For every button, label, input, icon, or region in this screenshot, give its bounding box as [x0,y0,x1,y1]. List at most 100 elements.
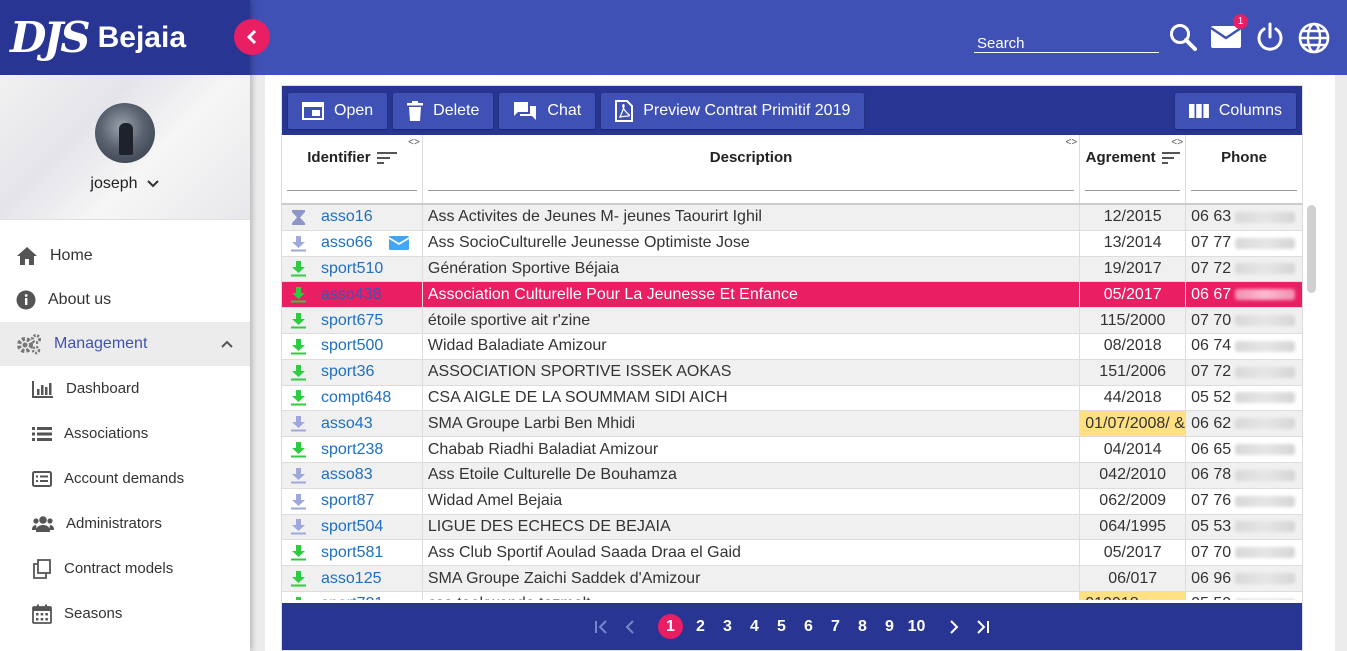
delete-button[interactable]: Delete [393,92,494,129]
identifier-link[interactable]: sport87 [321,492,374,510]
sidebar-item-administrators[interactable]: Administrators [0,501,250,546]
download-icon[interactable] [290,596,307,600]
column-header-agrement[interactable]: <> Agrement [1080,135,1187,203]
table-row[interactable]: asso66 Ass SocioCulturelle Jeunesse Optim… [282,230,1302,257]
preview-contract-button[interactable]: Preview Contrat Primitif 2019 [601,92,865,129]
identifier-link[interactable]: asso43 [321,415,373,433]
table-row[interactable]: asso438 Association Culturelle Pour La Je… [282,282,1302,309]
table-row[interactable]: asso43 SMA Groupe Larbi Ben Mhidi 01/07/20… [282,411,1302,438]
cell-identifier[interactable]: asso125 [282,566,423,591]
sidebar-item-account-demands[interactable]: Account demands [0,456,250,501]
cell-identifier[interactable]: asso16 [282,205,423,230]
download-icon[interactable] [290,544,307,561]
table-row[interactable]: sport238 Chabab Riadhi Baladiat Amizour 04… [282,437,1302,463]
download-icon[interactable] [290,493,307,510]
identifier-link[interactable]: compt648 [321,389,391,407]
table-row[interactable]: sport581 Ass Club Sportif Aoulad Saada Dr… [282,540,1302,567]
user-menu[interactable]: joseph [90,175,159,193]
search-input[interactable]: Search [974,33,1159,53]
page-button[interactable]: 7 [822,618,849,636]
download-icon[interactable] [290,338,307,355]
hourglass-icon[interactable] [290,209,307,226]
column-resize-handle[interactable]: <> [408,137,420,148]
identifier-filter-input[interactable] [287,190,417,191]
identifier-link[interactable]: asso125 [321,570,382,588]
first-page-button[interactable] [588,619,616,634]
collapse-sidebar-button[interactable] [234,19,270,55]
sidebar-item-dashboard[interactable]: Dashboard [0,366,250,411]
identifier-link[interactable]: asso66 [321,234,373,252]
identifier-link[interactable]: sport504 [321,518,383,536]
page-button[interactable]: 3 [714,618,741,636]
cell-identifier[interactable]: sport238 [282,437,423,462]
download-icon[interactable] [290,570,307,587]
open-button[interactable]: Open [288,92,388,129]
last-page-button[interactable] [968,619,996,634]
sort-icon[interactable] [376,151,397,165]
download-icon[interactable] [290,389,307,406]
nav-item-about[interactable]: About us [0,278,250,322]
nav-item-home[interactable]: Home [0,234,250,278]
prev-page-button[interactable] [616,619,644,634]
page-button[interactable]: 9 [876,618,903,636]
search-icon[interactable] [1168,22,1198,52]
page-button[interactable]: 6 [795,618,822,636]
phone-filter-input[interactable] [1191,190,1297,191]
table-row[interactable]: compt648 CSA AIGLE DE LA SOUMMAM SIDI AIC… [282,385,1302,412]
download-icon[interactable] [290,518,307,535]
identifier-link[interactable]: asso83 [321,466,373,484]
sidebar-item-contract-models[interactable]: Contract models [0,546,250,591]
page-button[interactable]: 5 [768,618,795,636]
cell-identifier[interactable]: sport500 [282,333,423,359]
table-row[interactable]: sport675 étoile sportive ait r'zine 115/20… [282,308,1302,334]
cell-identifier[interactable]: sport87 [282,488,423,514]
cell-identifier[interactable]: compt648 [282,385,423,411]
column-header-identifier[interactable]: <> Identifier [282,135,423,203]
download-icon[interactable] [290,467,307,484]
identifier-link[interactable]: sport500 [321,337,383,355]
cell-identifier[interactable]: asso43 [282,411,423,437]
sidebar-item-associations[interactable]: Associations [0,411,250,456]
cell-identifier[interactable]: sport721 [282,591,423,600]
avatar[interactable] [95,103,155,163]
table-row[interactable]: sport721 csa taekwondo tazmalt012018 05 50 [282,591,1302,600]
page-button[interactable]: 8 [849,618,876,636]
table-row[interactable]: asso83 Ass Etoile Culturelle De Bouhamza 0… [282,462,1302,489]
download-icon[interactable] [290,364,307,381]
table-row[interactable]: sport36 ASSOCIATION SPORTIVE ISSEK AOKAS 1… [282,359,1302,386]
column-resize-handle[interactable]: <> [1066,137,1078,148]
identifier-link[interactable]: sport721 [321,595,383,600]
globe-icon[interactable] [1298,22,1330,54]
sidebar-item-seasons[interactable]: Seasons [0,591,250,636]
column-resize-handle[interactable]: <> [1171,137,1183,148]
table-row[interactable]: sport504 LIGUE DES ECHECS DE BEJAIA 064/19… [282,514,1302,541]
description-filter-input[interactable] [427,190,1075,191]
identifier-link[interactable]: sport510 [321,260,383,278]
download-icon[interactable] [290,441,307,458]
download-icon[interactable] [290,286,307,303]
identifier-link[interactable]: asso16 [321,208,373,226]
page-button[interactable]: 2 [687,618,714,636]
sort-icon[interactable] [1161,151,1180,165]
column-header-phone[interactable]: Phone [1186,135,1302,203]
identifier-link[interactable]: sport36 [321,363,374,381]
power-icon[interactable] [1255,22,1285,52]
table-row[interactable]: asso125 SMA Groupe Zaichi Saddek d'Amizou… [282,566,1302,592]
next-page-button[interactable] [940,619,968,634]
identifier-link[interactable]: sport581 [321,544,383,562]
cell-identifier[interactable]: sport36 [282,359,423,385]
cell-identifier[interactable]: sport510 [282,256,423,282]
nav-item-management[interactable]: Management [0,322,250,366]
table-row[interactable]: sport510 Génération Sportive Béjaia 19/201… [282,256,1302,283]
download-icon[interactable] [290,312,307,329]
cell-identifier[interactable]: sport504 [282,514,423,540]
chat-button[interactable]: Chat [499,92,596,129]
identifier-link[interactable]: asso438 [321,286,382,304]
cell-identifier[interactable]: sport581 [282,540,423,566]
page-button[interactable]: 4 [741,618,768,636]
table-row[interactable]: sport87 Widad Amel Bejaia 062/2009 07 76 [282,488,1302,515]
table-row[interactable]: asso16 Ass Activites de Jeunes M- jeunes … [282,205,1302,231]
page-button[interactable]: 10 [903,618,930,636]
download-icon[interactable] [290,415,307,432]
table-scrollbar[interactable] [1307,205,1316,293]
